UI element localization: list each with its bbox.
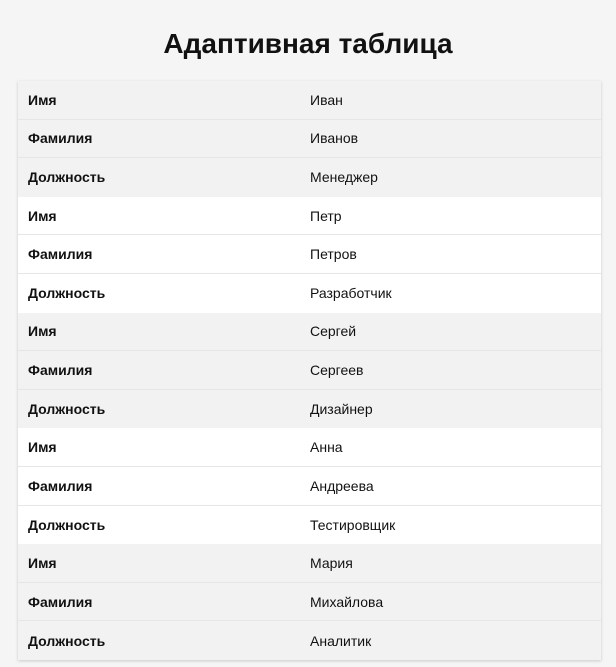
adaptive-table: Имя Иван Фамилия Иванов Должность Менедж… bbox=[18, 81, 601, 660]
table-row: Фамилия Иванов bbox=[18, 119, 601, 159]
table-row: Должность Менеджер bbox=[18, 158, 601, 197]
row-value: Иван bbox=[310, 91, 343, 108]
row-value: Сергеев bbox=[310, 361, 364, 378]
row-value: Анна bbox=[310, 439, 343, 456]
row-value: Тестировщик bbox=[310, 516, 396, 533]
row-value: Петров bbox=[310, 246, 357, 263]
table-record: Имя Иван Фамилия Иванов Должность Менедж… bbox=[18, 81, 601, 197]
table-row: Фамилия Михайлова bbox=[18, 582, 601, 622]
row-label: Должность bbox=[28, 632, 106, 649]
row-value: Разработчик bbox=[310, 285, 392, 302]
row-label: Имя bbox=[28, 439, 57, 456]
table-row: Имя Иван bbox=[18, 81, 601, 120]
row-value: Аналитик bbox=[310, 632, 372, 649]
row-value: Андреева bbox=[310, 477, 374, 494]
table-row: Имя Анна bbox=[18, 428, 601, 467]
table-row: Фамилия Андреева bbox=[18, 466, 601, 506]
row-value: Сергей bbox=[310, 323, 357, 340]
row-value: Менеджер bbox=[310, 169, 378, 186]
row-value: Михайлова bbox=[310, 593, 384, 610]
row-value: Иванов bbox=[310, 130, 359, 147]
page-title: Адаптивная таблица bbox=[163, 28, 453, 59]
row-label: Должность bbox=[28, 285, 106, 302]
table-row: Фамилия Сергеев bbox=[18, 351, 601, 390]
table-record: Имя Сергей Фамилия Сергеев Должность Диз… bbox=[18, 312, 601, 429]
table-row: Фамилия Петров bbox=[18, 235, 601, 274]
row-label: Фамилия bbox=[28, 477, 93, 494]
table-row: Должность Аналитик bbox=[18, 621, 601, 660]
table-row: Имя Петр bbox=[18, 196, 601, 236]
table-row: Имя Мария bbox=[18, 544, 601, 583]
row-label: Фамилия bbox=[28, 593, 93, 610]
table-row: Должность Дизайнер bbox=[18, 389, 601, 429]
row-value: Дизайнер bbox=[310, 401, 373, 418]
row-label: Имя bbox=[28, 323, 57, 340]
table-row: Должность Тестировщик bbox=[18, 505, 601, 545]
row-label: Должность bbox=[28, 169, 106, 186]
table-record: Имя Петр Фамилия Петров Должность Разраб… bbox=[18, 196, 601, 313]
row-value: Петр bbox=[310, 207, 342, 224]
row-value: Мария bbox=[310, 554, 353, 571]
row-label: Фамилия bbox=[28, 246, 93, 263]
row-label: Должность bbox=[28, 401, 106, 418]
row-label: Должность bbox=[28, 516, 106, 533]
row-label: Имя bbox=[28, 207, 57, 224]
table-record: Имя Анна Фамилия Андреева Должность Тест… bbox=[18, 428, 601, 545]
row-label: Фамилия bbox=[28, 361, 93, 378]
row-label: Фамилия bbox=[28, 130, 93, 147]
table-row: Должность Разработчик bbox=[18, 273, 601, 313]
table-record: Имя Мария Фамилия Михайлова Должность Ан… bbox=[18, 544, 601, 660]
row-label: Имя bbox=[28, 91, 57, 108]
table-row: Имя Сергей bbox=[18, 312, 601, 352]
row-label: Имя bbox=[28, 554, 57, 571]
